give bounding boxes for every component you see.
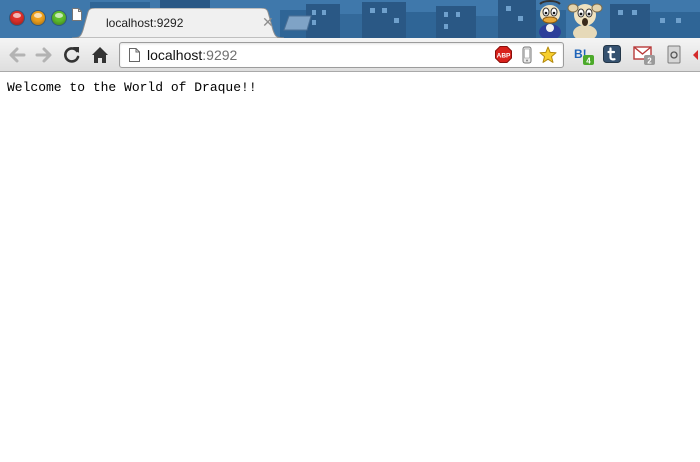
reload-icon[interactable] xyxy=(61,44,83,66)
theme-character-left xyxy=(539,0,561,38)
page-capture-icon[interactable] xyxy=(667,45,681,65)
tab-close-icon[interactable]: ✕ xyxy=(262,15,274,29)
page-icon xyxy=(129,48,140,62)
theme-character-right xyxy=(567,3,603,38)
send-to-phone-icon[interactable] xyxy=(522,46,532,64)
hatena-badge: 4 xyxy=(586,56,591,65)
url-port: :9292 xyxy=(202,47,238,63)
url-host: localhost xyxy=(147,47,203,63)
zoom-window-button[interactable] xyxy=(52,11,66,25)
tab-localhost[interactable]: localhost:9292 ✕ xyxy=(72,8,284,38)
page-icon xyxy=(72,8,82,21)
close-window-button[interactable] xyxy=(10,11,24,25)
mail-badge: 2 xyxy=(647,56,652,65)
tumblr-icon[interactable] xyxy=(603,45,621,63)
bookmark-star-icon[interactable] xyxy=(539,46,557,64)
forward-arrow-icon[interactable] xyxy=(33,44,55,66)
adblock-label: ABP xyxy=(497,52,511,59)
address-url[interactable]: localhost:9292 xyxy=(147,47,237,63)
page-content: Welcome to the World of Draque!! xyxy=(0,72,700,462)
minimize-window-button[interactable] xyxy=(31,11,45,25)
mail-checker-icon[interactable]: 2 xyxy=(633,45,659,67)
extension-icon-partial[interactable] xyxy=(692,45,700,65)
address-bar[interactable]: localhost:9292 ABP xyxy=(119,42,564,68)
home-icon[interactable] xyxy=(89,44,111,66)
browser-toolbar: localhost:9292 ABP B! 4 2 xyxy=(0,38,700,72)
tab-title: localhost:9292 xyxy=(106,16,184,30)
browser-window: localhost:9292 ✕ localhost:9292 ABP B! 4… xyxy=(0,0,700,462)
hatena-bookmark-icon[interactable]: B! 4 xyxy=(573,45,597,67)
welcome-message: Welcome to the World of Draque!! xyxy=(7,80,257,95)
new-tab-button[interactable] xyxy=(283,15,313,31)
back-arrow-icon[interactable] xyxy=(6,44,28,66)
adblock-icon[interactable]: ABP xyxy=(495,46,512,63)
tab-strip: localhost:9292 ✕ xyxy=(0,0,700,38)
